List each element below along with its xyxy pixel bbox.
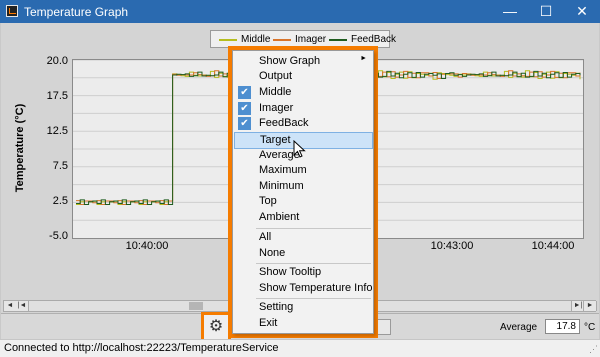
legend-label-feedback: FeedBack	[351, 34, 397, 45]
menu-item-show-tooltip[interactable]: Show Tooltip	[234, 265, 373, 280]
menu-item-label: Exit	[259, 317, 278, 329]
y-axis-title: Temperature (°C)	[14, 103, 26, 193]
minimize-button[interactable]: —	[492, 0, 528, 23]
menu-item-label: All	[259, 231, 272, 243]
legend-item-imager: Imager	[273, 34, 327, 46]
menu-item-label: FeedBack	[259, 117, 309, 129]
x-tick-label: 10:44:00	[531, 240, 575, 252]
legend-swatch-middle	[219, 39, 237, 41]
menu-item-show-temperature-info[interactable]: Show Temperature Info	[234, 281, 373, 296]
close-button[interactable]: ✕	[564, 0, 600, 23]
y-tick-label: 2.5	[52, 195, 68, 207]
x-tick-label: 10:40:00	[125, 240, 169, 252]
y-tick-label: 7.5	[52, 160, 68, 172]
menu-item-label: Top	[259, 195, 277, 207]
y-tick-label: 20.0	[46, 55, 68, 67]
menu-item-show-graph[interactable]: Show Graph ►	[234, 54, 373, 69]
menu-item-imager[interactable]: ✔ Imager	[234, 101, 373, 116]
menu-item-setting[interactable]: Setting	[234, 300, 373, 315]
menu-item-feedback[interactable]: ✔ FeedBack	[234, 116, 373, 131]
menu-item-label: Minimum	[259, 180, 304, 192]
menu-item-label: Output	[259, 70, 293, 82]
menu-separator	[256, 298, 371, 299]
menu-item-label: Middle	[259, 86, 292, 98]
menu-item-label: Target	[260, 134, 291, 146]
settings-gear-button[interactable]: ⚙	[201, 312, 231, 342]
legend-swatch-feedback	[329, 39, 347, 41]
x-tick-label: 10:43:00	[430, 240, 474, 252]
legend-item-feedback: FeedBack	[329, 34, 396, 46]
context-menu: Show Graph ► Output ✔ Middle ✔ Imager ✔ …	[232, 50, 374, 334]
average-unit: °C	[584, 322, 596, 333]
scroll-first-icon[interactable]: |◄	[16, 301, 29, 311]
gear-icon: ⚙	[208, 318, 224, 335]
menu-separator	[256, 263, 371, 264]
menu-item-label: Imager	[259, 102, 294, 114]
menu-item-output[interactable]: Output	[234, 69, 373, 84]
menu-item-minimum[interactable]: Minimum	[234, 179, 373, 194]
menu-item-all[interactable]: All	[234, 230, 373, 245]
menu-item-label: Show Temperature Info	[259, 282, 373, 294]
menu-item-label: Maximum	[259, 164, 307, 176]
scroll-right-icon[interactable]: ►	[583, 301, 597, 311]
menu-item-maximum[interactable]: Maximum	[234, 163, 373, 178]
menu-item-label: None	[259, 247, 286, 259]
average-label: Average	[500, 322, 538, 333]
check-icon: ✔	[238, 102, 251, 115]
status-bar: Connected to http://localhost:22223/Temp…	[0, 339, 600, 357]
menu-item-label: Ambient	[259, 211, 300, 223]
menu-item-top[interactable]: Top	[234, 194, 373, 209]
legend-label-middle: Middle	[241, 34, 271, 45]
average-value-field: 17.8	[545, 319, 580, 334]
y-tick-label: 17.5	[46, 90, 68, 102]
menu-item-exit[interactable]: Exit	[234, 316, 373, 331]
legend-item-middle: Middle	[219, 34, 271, 46]
legend-swatch-imager	[273, 39, 291, 41]
menu-item-label: Setting	[259, 301, 294, 313]
menu-item-none[interactable]: None	[234, 246, 373, 261]
title-bar: Temperature Graph — ☐ ✕	[0, 0, 600, 23]
legend-label-imager: Imager	[295, 34, 327, 45]
menu-separator	[256, 228, 371, 229]
y-tick-label: -5.0	[49, 230, 68, 242]
resize-grip-icon[interactable]: ⋰	[589, 344, 598, 355]
scrollbar-thumb[interactable]	[189, 302, 203, 310]
menu-item-label: Show Tooltip	[259, 266, 322, 278]
app-graph-icon	[6, 5, 18, 17]
maximize-button[interactable]: ☐	[528, 0, 564, 23]
menu-item-label: Show Graph	[259, 55, 321, 67]
window-title: Temperature Graph	[24, 5, 129, 19]
menu-item-ambient[interactable]: Ambient	[234, 210, 373, 225]
submenu-arrow-icon: ►	[360, 55, 367, 62]
connection-status: Connected to http://localhost:22223/Temp…	[4, 342, 279, 354]
check-icon: ✔	[238, 117, 251, 130]
check-icon: ✔	[238, 86, 251, 99]
menu-item-middle[interactable]: ✔ Middle	[234, 85, 373, 100]
y-tick-label: 12.5	[46, 125, 68, 137]
mouse-cursor-icon	[293, 140, 306, 158]
